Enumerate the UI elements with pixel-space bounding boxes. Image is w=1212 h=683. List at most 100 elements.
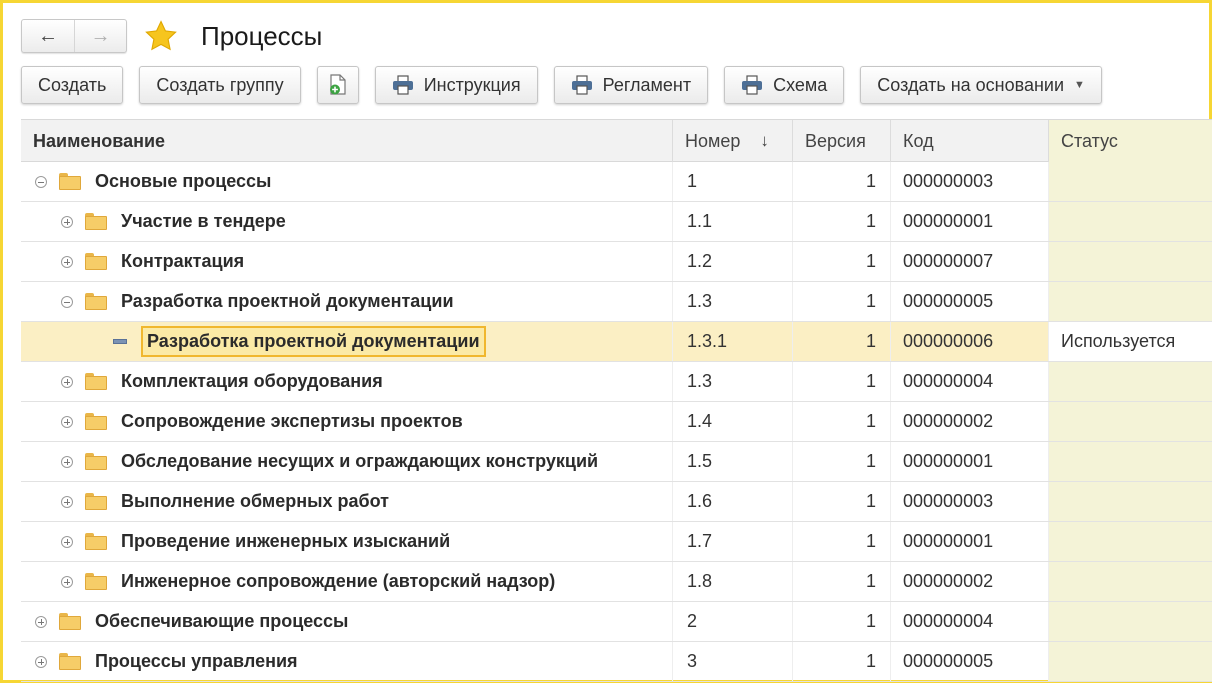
cell-number[interactable]: 1.1 <box>673 202 793 241</box>
cell-code[interactable]: 000000003 <box>891 162 1049 201</box>
cell-version[interactable]: 1 <box>793 242 891 281</box>
cell-number[interactable]: 1.2 <box>673 242 793 281</box>
expand-plus-icon[interactable] <box>35 615 47 628</box>
expand-plus-icon[interactable] <box>61 495 73 508</box>
cell-number[interactable]: 3 <box>673 642 793 681</box>
cell-name[interactable]: Сопровождение экспертизы проектов <box>21 402 673 441</box>
table-row[interactable]: Выполнение обмерных работ 1.6 1 000000003 <box>21 482 1212 522</box>
cell-version[interactable]: 1 <box>793 562 891 601</box>
table-row[interactable]: Комплектация оборудования 1.3 1 000000004 <box>21 362 1212 402</box>
regulation-button[interactable]: Регламент <box>553 66 709 104</box>
create-based-on-dropdown[interactable]: Создать на основании ▼ <box>860 66 1102 104</box>
cell-name[interactable]: Контрактация <box>21 242 673 281</box>
back-button[interactable]: ← <box>22 20 74 52</box>
cell-status[interactable] <box>1049 402 1212 441</box>
cell-code[interactable]: 000000004 <box>891 602 1049 641</box>
cell-name[interactable]: Выполнение обмерных работ <box>21 482 673 521</box>
cell-version[interactable]: 1 <box>793 322 891 361</box>
cell-status[interactable] <box>1049 522 1212 561</box>
cell-version[interactable]: 1 <box>793 602 891 641</box>
cell-name[interactable]: Разработка проектной документации <box>21 282 673 321</box>
cell-name[interactable]: Разработка проектной документации <box>21 322 673 361</box>
expand-plus-icon[interactable] <box>61 455 73 468</box>
schema-button[interactable]: Схема <box>724 66 845 104</box>
cell-status[interactable] <box>1049 362 1212 401</box>
cell-name[interactable]: Проведение инженерных изысканий <box>21 522 673 561</box>
cell-name[interactable]: Обследование несущих и ограждающих конст… <box>21 442 673 481</box>
cell-status[interactable] <box>1049 202 1212 241</box>
cell-code[interactable]: 000000005 <box>891 642 1049 681</box>
cell-version[interactable]: 1 <box>793 362 891 401</box>
cell-code[interactable]: 000000001 <box>891 202 1049 241</box>
table-row[interactable]: Контрактация 1.2 1 000000007 <box>21 242 1212 282</box>
collapse-minus-icon[interactable] <box>61 295 73 308</box>
column-header-version[interactable]: Версия <box>793 120 891 162</box>
cell-code[interactable]: 000000001 <box>891 442 1049 481</box>
column-header-name[interactable]: Наименование <box>21 120 673 162</box>
table-row[interactable]: Проведение инженерных изысканий 1.7 1 00000… <box>21 522 1212 562</box>
cell-number[interactable]: 1.6 <box>673 482 793 521</box>
expand-plus-icon[interactable] <box>61 375 73 388</box>
cell-code[interactable]: 000000002 <box>891 562 1049 601</box>
cell-code[interactable]: 000000002 <box>891 402 1049 441</box>
expand-plus-icon[interactable] <box>61 415 73 428</box>
table-row[interactable]: Процессы управления 3 1 000000005 <box>21 642 1212 682</box>
forward-button[interactable]: → <box>74 20 126 52</box>
cell-version[interactable]: 1 <box>793 162 891 201</box>
table-row[interactable]: Основые процессы 1 1 000000003 <box>21 162 1212 202</box>
cell-code[interactable]: 000000007 <box>891 242 1049 281</box>
instruction-button[interactable]: Инструкция <box>374 66 538 104</box>
cell-status[interactable] <box>1049 562 1212 601</box>
table-row[interactable]: Сопровождение экспертизы проектов 1.4 1 000… <box>21 402 1212 442</box>
cell-version[interactable]: 1 <box>793 522 891 561</box>
expand-plus-icon[interactable] <box>61 255 73 268</box>
cell-number[interactable]: 1.7 <box>673 522 793 561</box>
cell-status[interactable] <box>1049 442 1212 481</box>
cell-name[interactable]: Инженерное сопровождение (авторский надз… <box>21 562 673 601</box>
add-document-button[interactable] <box>316 66 359 104</box>
cell-version[interactable]: 1 <box>793 282 891 321</box>
cell-number[interactable]: 2 <box>673 602 793 641</box>
favorite-star-button[interactable] <box>143 18 179 54</box>
cell-status[interactable] <box>1049 162 1212 201</box>
cell-number[interactable]: 1.3 <box>673 282 793 321</box>
cell-code[interactable]: 000000001 <box>891 522 1049 561</box>
cell-status[interactable] <box>1049 282 1212 321</box>
cell-name[interactable]: Комплектация оборудования <box>21 362 673 401</box>
cell-version[interactable]: 1 <box>793 482 891 521</box>
expand-plus-icon[interactable] <box>61 575 73 588</box>
cell-version[interactable]: 1 <box>793 202 891 241</box>
cell-number[interactable]: 1.3.1 <box>673 322 793 361</box>
cell-name[interactable]: Процессы управления <box>21 642 673 681</box>
cell-code[interactable]: 000000006 <box>891 322 1049 361</box>
collapse-minus-icon[interactable] <box>35 175 47 188</box>
cell-name[interactable]: Участие в тендере <box>21 202 673 241</box>
cell-status[interactable] <box>1049 482 1212 521</box>
cell-name[interactable]: Обеспечивающие процессы <box>21 602 673 641</box>
expand-plus-icon[interactable] <box>35 655 47 668</box>
table-row[interactable]: Инженерное сопровождение (авторский надз… <box>21 562 1212 602</box>
cell-number[interactable]: 1.4 <box>673 402 793 441</box>
cell-status[interactable] <box>1049 242 1212 281</box>
table-row[interactable]: Разработка проектной документации 1.3.1 1 0… <box>21 322 1212 362</box>
table-row[interactable]: Обследование несущих и ограждающих конст… <box>21 442 1212 482</box>
column-header-code[interactable]: Код <box>891 120 1049 162</box>
table-row[interactable]: Разработка проектной документации 1.3 1 000… <box>21 282 1212 322</box>
create-group-button[interactable]: Создать группу <box>139 66 301 104</box>
cell-number[interactable]: 1.5 <box>673 442 793 481</box>
expand-plus-icon[interactable] <box>61 535 73 548</box>
cell-code[interactable]: 000000004 <box>891 362 1049 401</box>
cell-code[interactable]: 000000003 <box>891 482 1049 521</box>
cell-version[interactable]: 1 <box>793 642 891 681</box>
table-row[interactable]: Участие в тендере 1.1 1 000000001 <box>21 202 1212 242</box>
table-row[interactable]: Обеспечивающие процессы 2 1 000000004 <box>21 602 1212 642</box>
column-header-status[interactable]: Статус <box>1049 120 1212 162</box>
cell-version[interactable]: 1 <box>793 402 891 441</box>
cell-status[interactable]: Используется <box>1049 322 1212 361</box>
cell-number[interactable]: 1 <box>673 162 793 201</box>
cell-number[interactable]: 1.8 <box>673 562 793 601</box>
cell-status[interactable] <box>1049 602 1212 641</box>
expand-plus-icon[interactable] <box>61 215 73 228</box>
cell-code[interactable]: 000000005 <box>891 282 1049 321</box>
cell-version[interactable]: 1 <box>793 442 891 481</box>
